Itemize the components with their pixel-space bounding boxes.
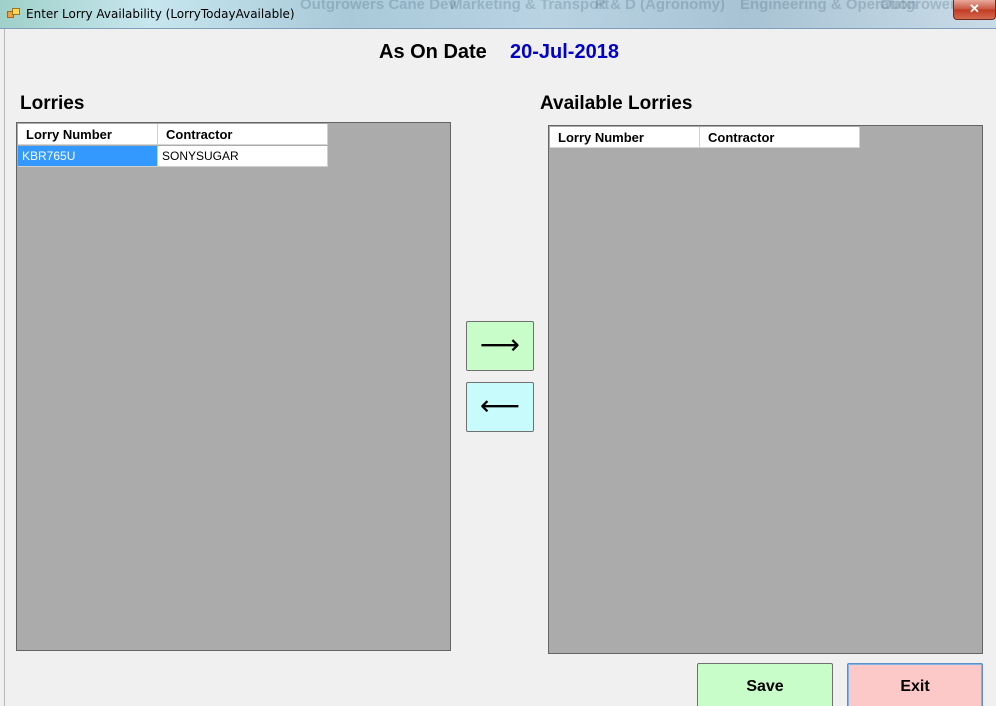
lorries-grid-header: Lorry Number Contractor xyxy=(18,124,328,145)
table-row[interactable]: KBR765U SONYSUGAR xyxy=(18,146,328,167)
lorries-title: Lorries xyxy=(20,93,85,114)
exit-button[interactable]: Exit xyxy=(847,663,983,706)
background-tab-3: R & D (Agronomy) xyxy=(595,0,725,13)
lorries-grid[interactable]: Lorry Number Contractor KBR765U SONYSUGA… xyxy=(16,122,451,651)
move-left-button[interactable]: ⟵ xyxy=(466,382,534,432)
as-on-date-label: As On Date xyxy=(379,41,487,63)
column-header-lorry-number[interactable]: Lorry Number xyxy=(550,127,700,148)
available-lorries-grid[interactable]: Lorry Number Contractor xyxy=(548,125,983,654)
app-icon xyxy=(7,8,20,19)
close-icon: ✕ xyxy=(969,1,980,16)
available-lorries-title: Available Lorries xyxy=(540,93,693,114)
contractor-cell[interactable]: SONYSUGAR xyxy=(158,146,328,167)
close-button[interactable]: ✕ xyxy=(953,0,996,20)
arrow-right-icon: ⟶ xyxy=(479,328,521,361)
background-tab-2: Marketing & Transport xyxy=(450,0,610,13)
background-tab-1: Outgrowers Cane Dev xyxy=(300,0,457,13)
column-header-lorry-number[interactable]: Lorry Number xyxy=(18,124,158,145)
column-header-contractor[interactable]: Contractor xyxy=(158,124,328,145)
move-right-button[interactable]: ⟶ xyxy=(466,321,534,371)
lorry-number-cell[interactable]: KBR765U xyxy=(18,146,158,167)
save-button[interactable]: Save xyxy=(697,663,833,706)
arrow-left-icon: ⟵ xyxy=(479,389,521,422)
lorry-availability-window: Outgrowers Cane Dev Marketing & Transpor… xyxy=(0,0,996,706)
as-on-date-value: 20-Jul-2018 xyxy=(510,41,619,63)
title-bar[interactable]: Outgrowers Cane Dev Marketing & Transpor… xyxy=(0,0,996,29)
available-lorries-grid-header: Lorry Number Contractor xyxy=(550,127,860,148)
column-header-contractor[interactable]: Contractor xyxy=(700,127,860,148)
window-title: Enter Lorry Availability (LorryTodayAvai… xyxy=(26,7,295,21)
